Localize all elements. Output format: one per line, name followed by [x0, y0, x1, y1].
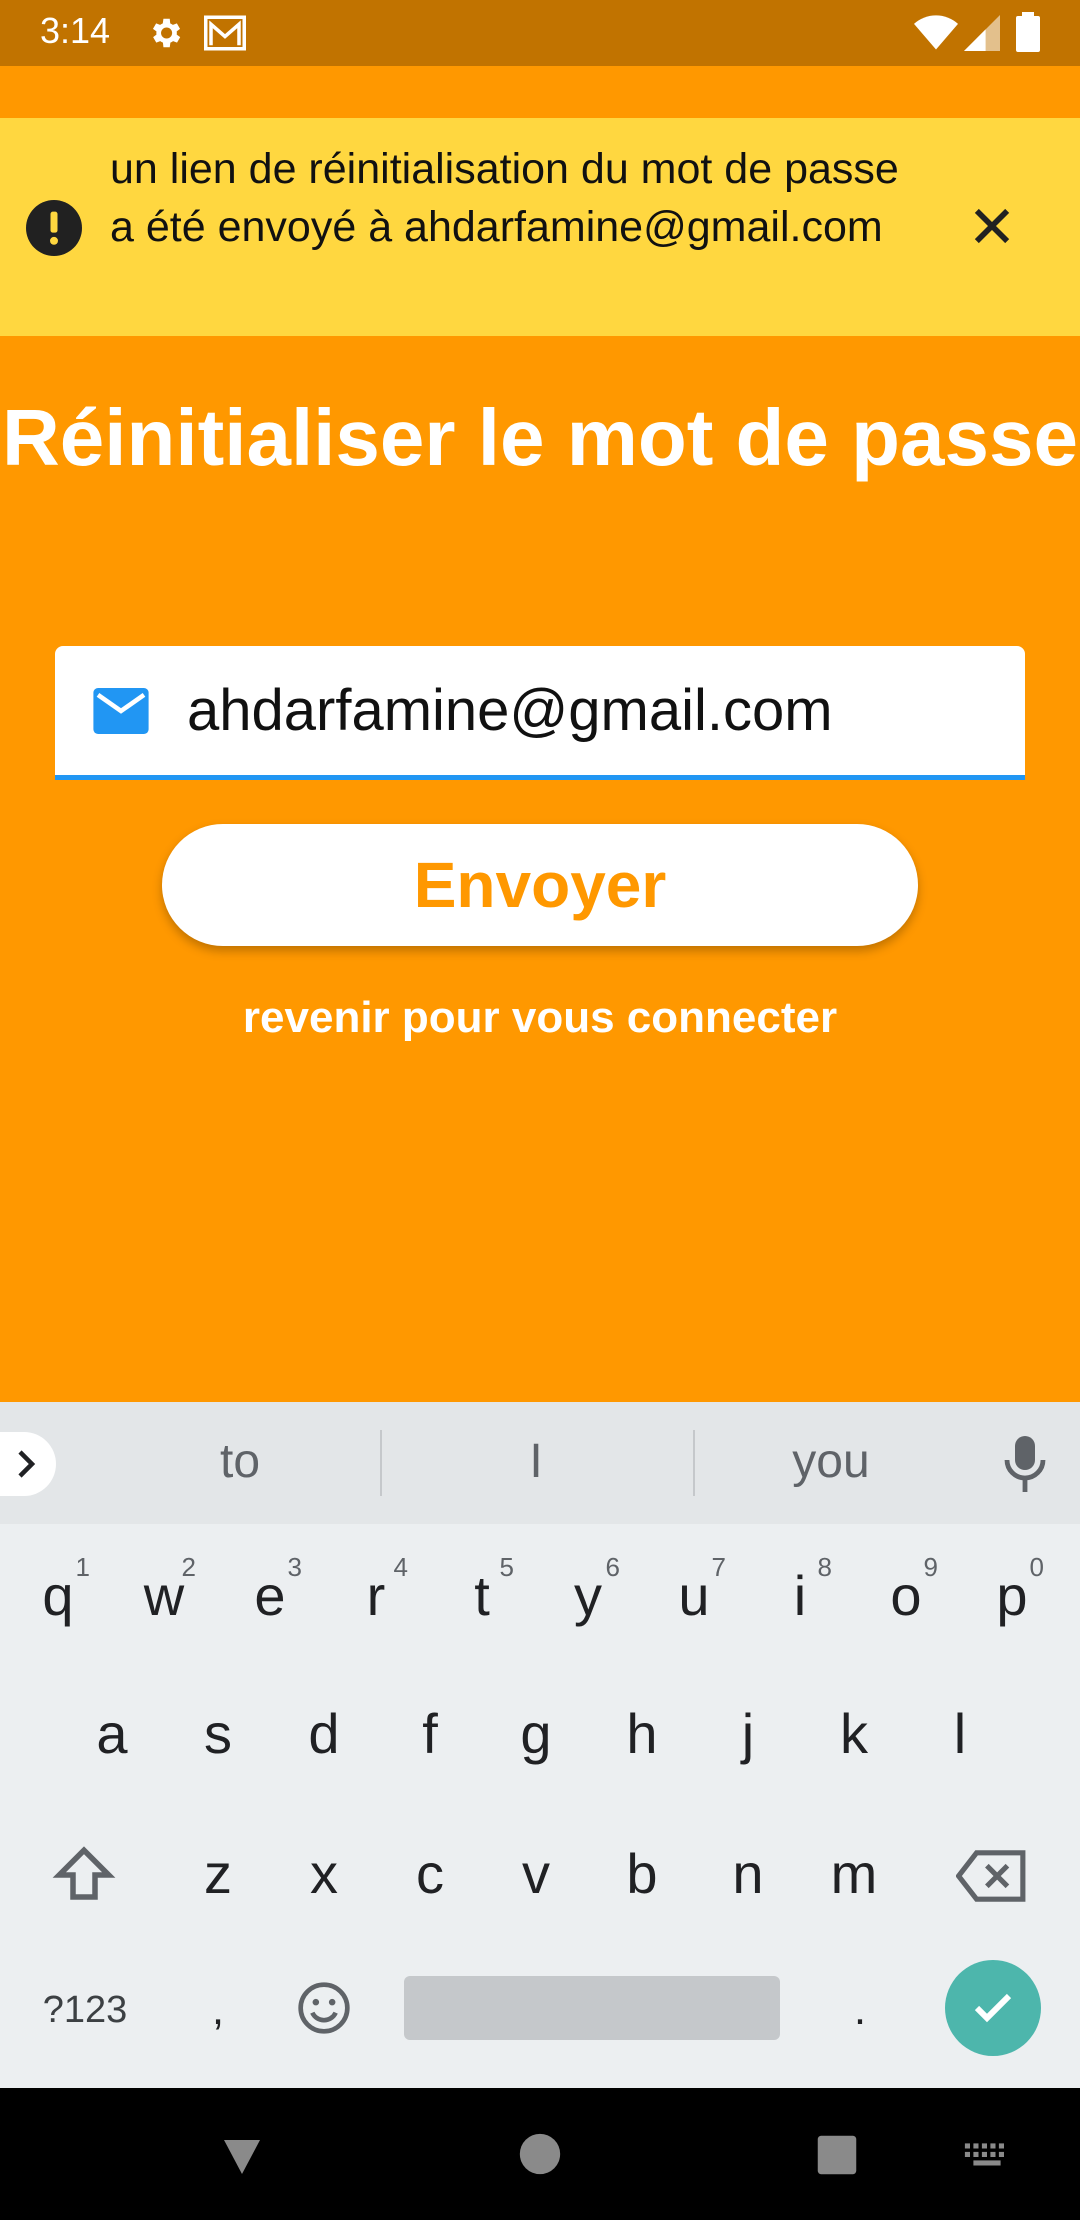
key-y[interactable]: y6	[538, 1536, 638, 1656]
suggestion-divider	[380, 1430, 382, 1496]
key-hint: 8	[817, 1552, 832, 1582]
soft-keyboard: to I you q1 w2 e3 r4 t5 y6 u7 i8 o9 p0 a…	[0, 1402, 1080, 2088]
key-a[interactable]: a	[62, 1674, 162, 1794]
signal-icon	[964, 15, 1000, 51]
key-label: r	[366, 1564, 386, 1627]
recents-icon[interactable]	[816, 2134, 858, 2176]
key-q[interactable]: q1	[8, 1536, 108, 1656]
close-icon[interactable]	[966, 200, 1018, 252]
expand-suggestions-button[interactable]	[0, 1432, 56, 1496]
email-value[interactable]: ahdarfamine@gmail.com	[187, 676, 833, 746]
key-b[interactable]: b	[592, 1814, 692, 1934]
key-e[interactable]: e3	[220, 1536, 320, 1656]
key-h[interactable]: h	[592, 1674, 692, 1794]
key-i[interactable]: i8	[750, 1536, 850, 1656]
key-t[interactable]: t5	[432, 1536, 532, 1656]
key-g[interactable]: g	[486, 1674, 586, 1794]
key-label: p	[996, 1564, 1028, 1627]
home-icon[interactable]	[518, 2132, 562, 2176]
suggestion-bar: to I you	[0, 1402, 1080, 1524]
key-z[interactable]: z	[168, 1814, 268, 1934]
key-label: u	[678, 1564, 710, 1627]
page-title: Réinitialiser le mot de passe	[2, 393, 1078, 482]
chevron-right-icon	[18, 1450, 36, 1478]
key-hint: 1	[75, 1552, 90, 1582]
space-key[interactable]	[404, 1976, 780, 2040]
back-icon[interactable]	[218, 2132, 266, 2180]
checkmark-icon	[974, 1993, 1012, 2023]
key-hint: 4	[393, 1552, 408, 1582]
key-hint: 6	[605, 1552, 620, 1582]
key-label: t	[474, 1564, 490, 1627]
wifi-icon	[914, 15, 958, 50]
key-hint: 5	[499, 1552, 514, 1582]
key-o[interactable]: o9	[856, 1536, 956, 1656]
key-label: y	[574, 1564, 602, 1627]
key-j[interactable]: j	[698, 1674, 798, 1794]
key-c[interactable]: c	[380, 1814, 480, 1934]
navigation-bar	[0, 2088, 1080, 2220]
key-f[interactable]: f	[380, 1674, 480, 1794]
shift-icon[interactable]	[50, 1842, 118, 1908]
microphone-icon[interactable]	[1002, 1436, 1048, 1492]
key-label: e	[254, 1564, 286, 1627]
suggestion-2[interactable]: I	[386, 1434, 686, 1489]
key-hint: 0	[1029, 1552, 1044, 1582]
key-label: w	[143, 1564, 185, 1627]
key-hint: 3	[287, 1552, 302, 1582]
key-r[interactable]: r4	[326, 1536, 426, 1656]
keyboard-switch-icon[interactable]	[962, 2140, 1012, 2174]
key-l[interactable]: l	[910, 1674, 1010, 1794]
key-p[interactable]: p0	[962, 1536, 1062, 1656]
email-icon	[93, 688, 149, 734]
settings-icon	[152, 18, 181, 48]
battery-icon	[1016, 12, 1040, 52]
emoji-icon[interactable]	[296, 1980, 352, 2036]
status-time: 3:14	[40, 10, 111, 51]
key-label: o	[890, 1564, 922, 1627]
key-hint: 9	[923, 1552, 938, 1582]
banner-message: un lien de réinitialisation du mot de pa…	[110, 145, 899, 251]
key-v[interactable]: v	[486, 1814, 586, 1934]
key-n[interactable]: n	[698, 1814, 798, 1934]
key-w[interactable]: w2	[114, 1536, 214, 1656]
period-key[interactable]: .	[810, 1950, 910, 2070]
key-k[interactable]: k	[804, 1674, 904, 1794]
backspace-icon[interactable]	[956, 1848, 1028, 1904]
suggestion-3[interactable]: you	[681, 1434, 981, 1489]
comma-key[interactable]: ,	[168, 1950, 268, 2070]
key-hint: 7	[711, 1552, 726, 1582]
key-label: q	[42, 1564, 74, 1627]
status-bar: 3:14	[0, 0, 1080, 66]
back-to-login-link[interactable]: revenir pour vous connecter	[0, 988, 1080, 1048]
key-d[interactable]: d	[274, 1674, 374, 1794]
gmail-icon	[204, 15, 246, 51]
key-u[interactable]: u7	[644, 1536, 744, 1656]
warning-icon	[26, 200, 82, 256]
key-x[interactable]: x	[274, 1814, 374, 1934]
suggestion-1[interactable]: to	[90, 1434, 390, 1489]
key-hint: 2	[181, 1552, 196, 1582]
key-s[interactable]: s	[168, 1674, 268, 1794]
email-field[interactable]: ahdarfamine@gmail.com	[55, 646, 1025, 780]
enter-key[interactable]	[945, 1960, 1041, 2056]
send-button[interactable]: Envoyer	[162, 824, 918, 946]
key-m[interactable]: m	[804, 1814, 904, 1934]
key-label: i	[793, 1564, 807, 1627]
symbols-key[interactable]: ?123	[25, 1950, 145, 2070]
